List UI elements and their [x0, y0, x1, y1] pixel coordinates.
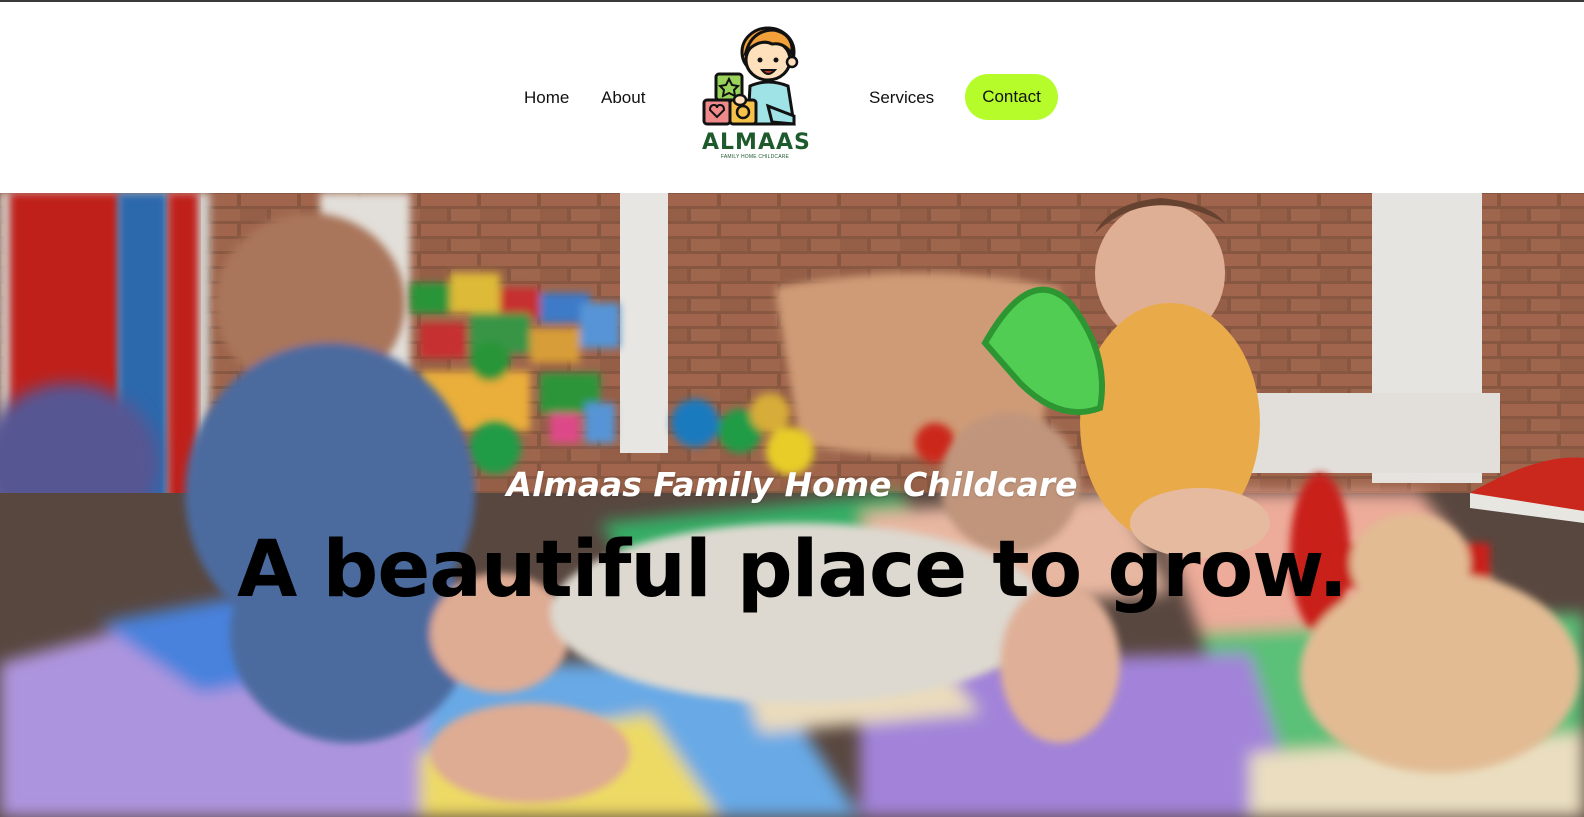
- hero-title: A beautiful place to grow.: [237, 525, 1348, 615]
- babies-playing-on-foam-mat-photo: [0, 193, 1584, 817]
- nav-about-link[interactable]: About: [601, 88, 645, 108]
- logo-tagline: FAMILY HOME CHILDCARE: [720, 154, 790, 160]
- contact-button[interactable]: Contact: [965, 74, 1058, 120]
- site-logo[interactable]: ALMAAS FAMILY HOME CHILDCARE: [702, 16, 811, 162]
- toddler-with-blocks-icon: [702, 26, 799, 126]
- nav-home-link[interactable]: Home: [524, 88, 569, 108]
- site-header: Home About ALMAAS FAMILY HOME CHILDCARE: [0, 2, 1584, 193]
- nav-services-link[interactable]: Services: [869, 88, 934, 108]
- hero-eyebrow: Almaas Family Home Childcare: [506, 465, 1078, 504]
- hero-section: Almaas Family Home Childcare A beautiful…: [0, 193, 1584, 817]
- logo-wordmark: ALMAAS: [702, 130, 811, 155]
